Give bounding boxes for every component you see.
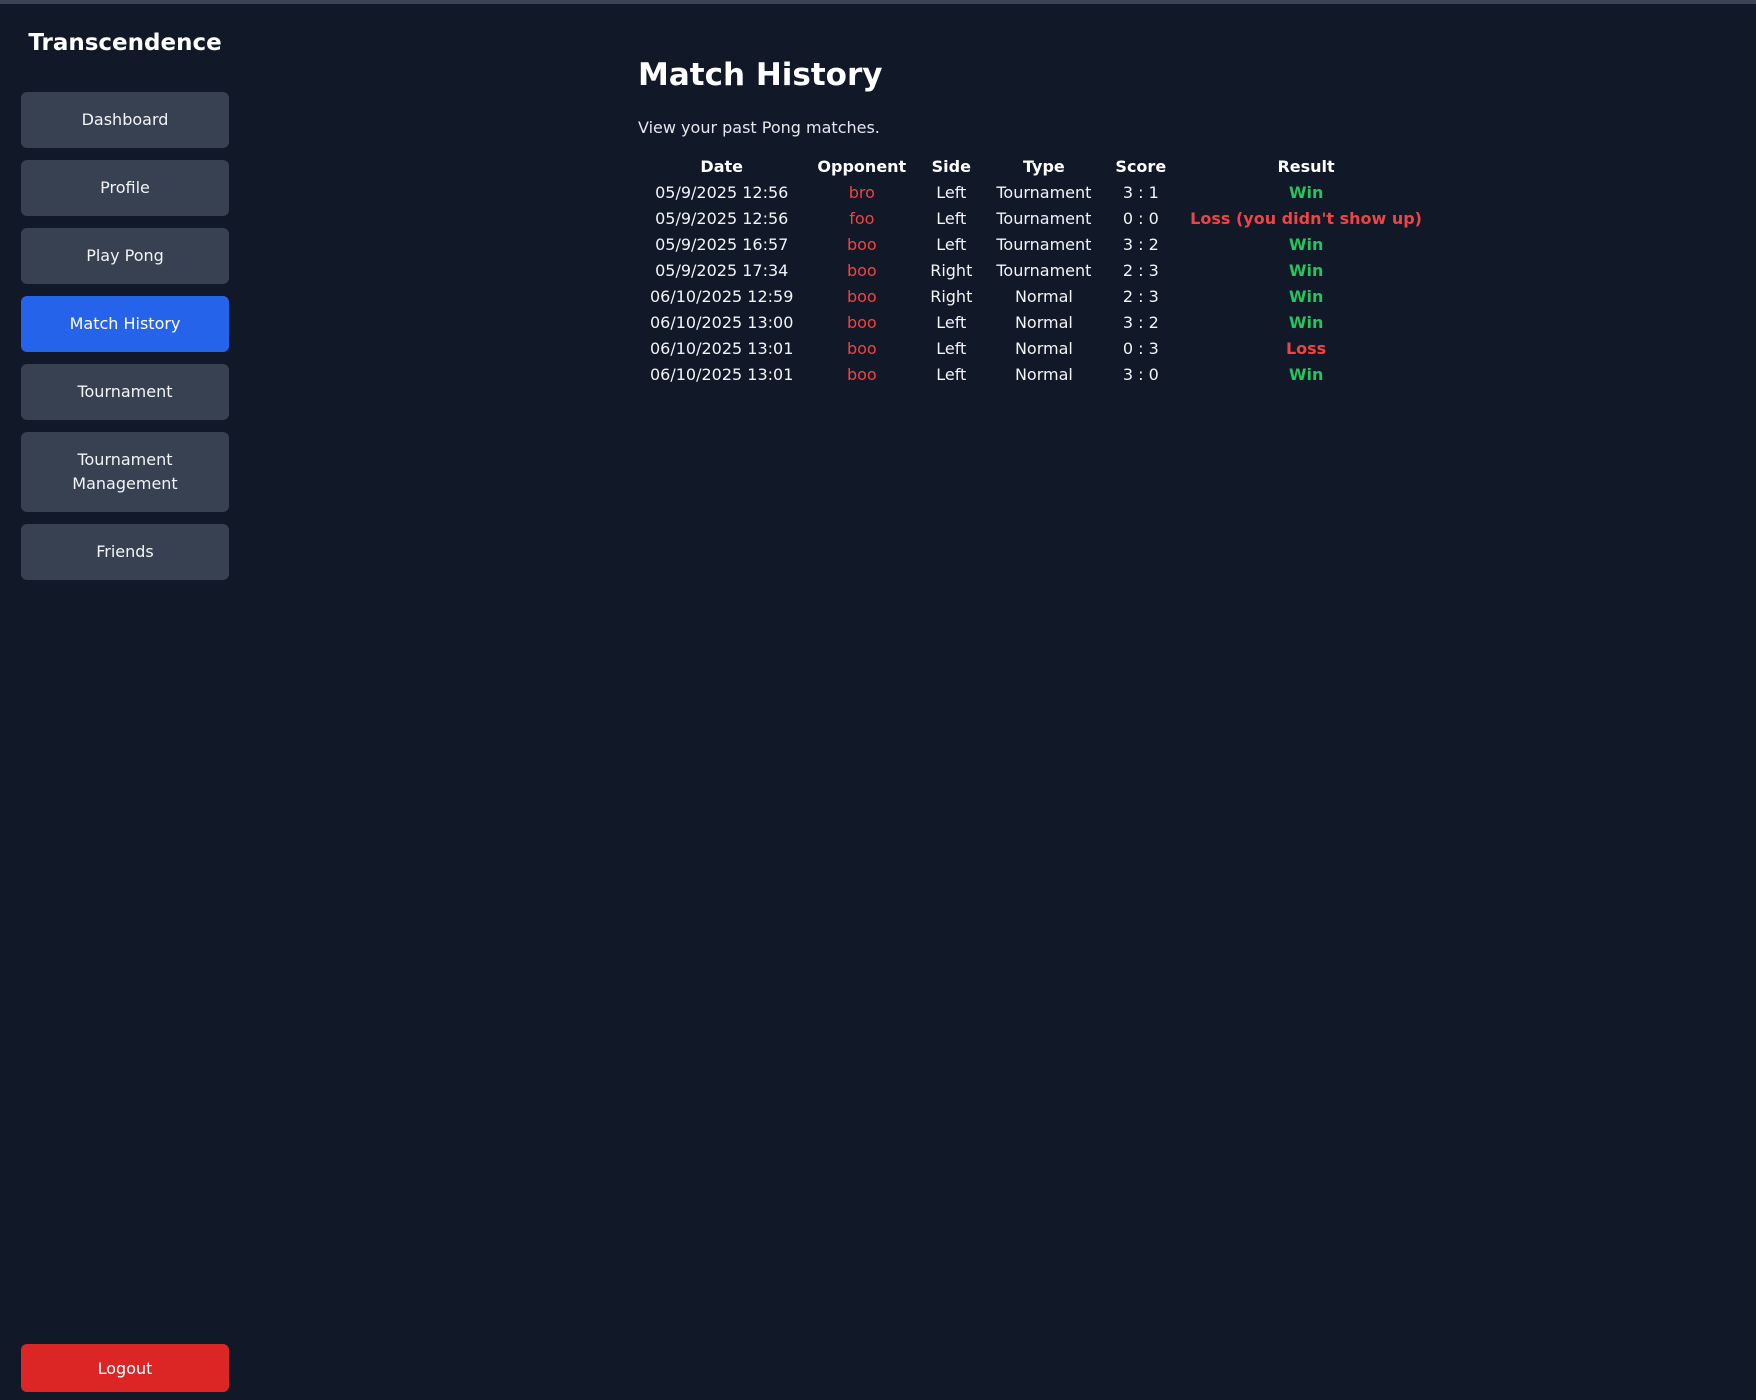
cell-date: 06/10/2025 12:59 bbox=[650, 287, 794, 306]
cell-type: Normal bbox=[1014, 313, 1073, 332]
cell-type: Tournament bbox=[996, 209, 1092, 228]
cell-type: Normal bbox=[1014, 339, 1073, 358]
match-history-table: Date Opponent Side Type Score Result 05/… bbox=[638, 154, 1434, 388]
sidebar-item-play-pong[interactable]: Play Pong bbox=[21, 228, 229, 284]
cell-type: Normal bbox=[1014, 365, 1073, 384]
table-header-row: Date Opponent Side Type Score Result bbox=[638, 154, 1434, 180]
table-row: 06/10/2025 12:59 boo Right Normal 2 : 3 … bbox=[638, 284, 1434, 310]
cell-score: 3 : 2 bbox=[1122, 235, 1159, 254]
cell-result: Win bbox=[1288, 313, 1324, 332]
cell-result: Win bbox=[1288, 365, 1324, 384]
cell-result: Loss bbox=[1285, 339, 1327, 358]
column-header-score: Score bbox=[1115, 157, 1167, 176]
cell-date: 06/10/2025 13:01 bbox=[650, 339, 794, 358]
cell-opponent: boo bbox=[846, 339, 877, 358]
cell-opponent: boo bbox=[846, 365, 877, 384]
column-header-type: Type bbox=[1023, 157, 1065, 176]
column-header-result: Result bbox=[1277, 157, 1335, 176]
column-header-side: Side bbox=[931, 157, 971, 176]
cell-result: Loss (you didn't show up) bbox=[1190, 209, 1422, 228]
brand-title: Transcendence bbox=[28, 30, 222, 56]
sidebar-item-friends[interactable]: Friends bbox=[21, 524, 229, 580]
table-row: 06/10/2025 13:01 boo Left Normal 0 : 3 L… bbox=[638, 336, 1434, 362]
sidebar-item-profile[interactable]: Profile bbox=[21, 160, 229, 216]
table-row: 05/9/2025 17:34 boo Right Tournament 2 :… bbox=[638, 258, 1434, 284]
page-title: Match History bbox=[638, 57, 883, 93]
cell-score: 3 : 0 bbox=[1122, 365, 1159, 384]
cell-side: Left bbox=[936, 235, 967, 254]
cell-opponent: foo bbox=[849, 209, 875, 228]
cell-result: Win bbox=[1288, 261, 1324, 280]
cell-type: Tournament bbox=[996, 261, 1092, 280]
sidebar-item-dashboard[interactable]: Dashboard bbox=[21, 92, 229, 148]
column-header-opponent: Opponent bbox=[817, 157, 907, 176]
page-subtitle: View your past Pong matches. bbox=[638, 118, 880, 137]
cell-result: Win bbox=[1288, 287, 1324, 306]
cell-opponent: boo bbox=[846, 287, 877, 306]
cell-date: 05/9/2025 16:57 bbox=[655, 235, 789, 254]
cell-type: Tournament bbox=[996, 183, 1092, 202]
cell-opponent: boo bbox=[846, 261, 877, 280]
cell-date: 05/9/2025 17:34 bbox=[655, 261, 789, 280]
cell-opponent: bro bbox=[848, 183, 875, 202]
main-content: Match History View your past Pong matche… bbox=[638, 52, 1434, 388]
logout-button[interactable]: Logout bbox=[21, 1344, 229, 1392]
cell-date: 06/10/2025 13:00 bbox=[650, 313, 794, 332]
cell-score: 3 : 2 bbox=[1122, 313, 1159, 332]
table-row: 05/9/2025 16:57 boo Left Tournament 3 : … bbox=[638, 232, 1434, 258]
table-row: 05/9/2025 12:56 foo Left Tournament 0 : … bbox=[638, 206, 1434, 232]
app-window: Transcendence Dashboard Profile Play Pon… bbox=[0, 0, 1756, 1400]
cell-result: Win bbox=[1288, 183, 1324, 202]
table-row: 06/10/2025 13:01 boo Left Normal 3 : 0 W… bbox=[638, 362, 1434, 388]
cell-result: Win bbox=[1288, 235, 1324, 254]
column-header-date: Date bbox=[700, 157, 743, 176]
cell-score: 0 : 0 bbox=[1122, 209, 1159, 228]
cell-side: Right bbox=[930, 261, 973, 280]
cell-type: Tournament bbox=[996, 235, 1092, 254]
cell-date: 05/9/2025 12:56 bbox=[655, 209, 789, 228]
sidebar-item-match-history[interactable]: Match History bbox=[21, 296, 229, 352]
cell-side: Left bbox=[936, 183, 967, 202]
cell-score: 3 : 1 bbox=[1122, 183, 1159, 202]
sidebar: Transcendence Dashboard Profile Play Pon… bbox=[0, 4, 250, 1400]
cell-side: Left bbox=[936, 313, 967, 332]
cell-score: 2 : 3 bbox=[1122, 261, 1159, 280]
cell-side: Right bbox=[930, 287, 973, 306]
cell-side: Left bbox=[936, 339, 967, 358]
table-row: 06/10/2025 13:00 boo Left Normal 3 : 2 W… bbox=[638, 310, 1434, 336]
sidebar-nav: Dashboard Profile Play Pong Match Histor… bbox=[21, 92, 229, 592]
cell-side: Left bbox=[936, 365, 967, 384]
cell-opponent: boo bbox=[846, 313, 877, 332]
cell-date: 06/10/2025 13:01 bbox=[650, 365, 794, 384]
cell-opponent: boo bbox=[846, 235, 877, 254]
cell-date: 05/9/2025 12:56 bbox=[655, 183, 789, 202]
cell-side: Left bbox=[936, 209, 967, 228]
sidebar-item-tournament-management[interactable]: Tournament Management bbox=[21, 432, 229, 512]
cell-score: 2 : 3 bbox=[1122, 287, 1159, 306]
table-row: 05/9/2025 12:56 bro Left Tournament 3 : … bbox=[638, 180, 1434, 206]
cell-type: Normal bbox=[1014, 287, 1073, 306]
cell-score: 0 : 3 bbox=[1122, 339, 1159, 358]
sidebar-item-tournament[interactable]: Tournament bbox=[21, 364, 229, 420]
